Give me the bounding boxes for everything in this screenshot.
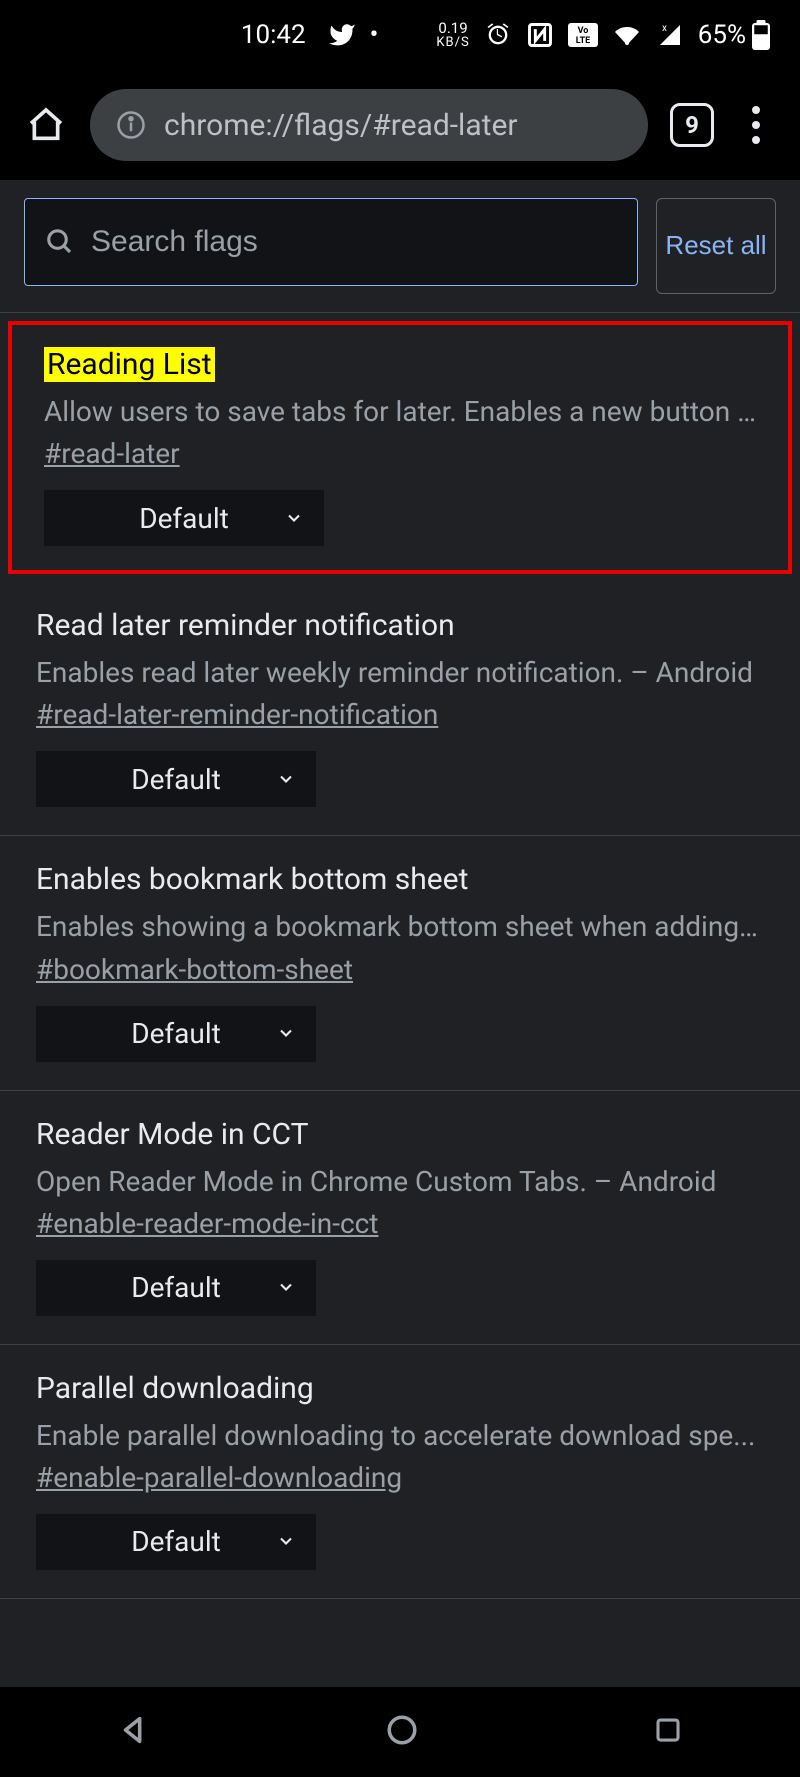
info-icon (116, 110, 146, 140)
square-icon (653, 1715, 683, 1745)
overflow-menu-button[interactable] (736, 106, 776, 144)
search-icon (45, 227, 75, 257)
flag-description: Enables showing a bookmark bottom sheet … (36, 907, 764, 946)
nav-back-button[interactable] (117, 1713, 151, 1751)
chevron-down-icon (276, 1271, 296, 1304)
svg-text:LTE: LTE (575, 36, 590, 46)
nfc-icon (526, 21, 554, 49)
signal-icon: x (656, 23, 684, 47)
chevron-down-icon (276, 1525, 296, 1558)
flag-entry: Parallel downloading Enable parallel down… (0, 1345, 800, 1599)
svg-text:Vo: Vo (577, 26, 588, 36)
back-triangle-icon (117, 1713, 151, 1747)
status-bar: 10:42 • 0.19 KB/S VoLTE x 65% (0, 0, 800, 70)
flag-dropdown[interactable]: Default (36, 1260, 316, 1316)
volte-icon: VoLTE (568, 23, 598, 47)
circle-icon (385, 1713, 419, 1747)
flag-entry: Reader Mode in CCT Open Reader Mode in Ch… (0, 1091, 800, 1345)
flag-description: Allow users to save tabs for later. Enab… (44, 392, 756, 431)
battery-icon (752, 20, 770, 50)
flag-anchor-link[interactable]: #read-later (44, 437, 180, 470)
flag-title: Enables bookmark bottom sheet (36, 862, 468, 897)
flag-title: Reading List (44, 347, 215, 382)
flag-dropdown[interactable]: Default (36, 751, 316, 807)
flag-title: Reader Mode in CCT (36, 1117, 309, 1152)
flags-page: Reset all Reading List Allow users to sav… (0, 180, 800, 1599)
flag-dropdown[interactable]: Default (44, 490, 324, 546)
battery-indicator: 65% (698, 20, 770, 50)
home-icon (26, 105, 66, 145)
status-time: 10:42 (241, 20, 306, 50)
dropdown-value: Default (131, 1017, 221, 1050)
nav-recent-button[interactable] (653, 1715, 683, 1749)
dropdown-value: Default (139, 502, 229, 535)
flag-dropdown[interactable]: Default (36, 1514, 316, 1570)
flag-entry: Read later reminder notification Enables … (0, 582, 800, 836)
flag-description: Enables read later weekly reminder notif… (36, 653, 764, 692)
search-row: Reset all (0, 180, 800, 313)
flag-anchor-link[interactable]: #enable-reader-mode-in-cct (36, 1207, 378, 1240)
network-speed: 0.19 KB/S (436, 21, 469, 49)
flag-title: Parallel downloading (36, 1371, 314, 1406)
flag-entry: Enables bookmark bottom sheet Enables sho… (0, 836, 800, 1090)
reset-all-button[interactable]: Reset all (656, 198, 776, 294)
dropdown-value: Default (131, 1525, 221, 1558)
chevron-down-icon (284, 502, 304, 535)
wifi-icon (612, 23, 642, 47)
browser-toolbar: chrome://flags/#read-later 9 (0, 70, 800, 180)
flag-description: Open Reader Mode in Chrome Custom Tabs. … (36, 1162, 764, 1201)
search-flags-box[interactable] (24, 198, 638, 286)
flag-entry: Reading List Allow users to save tabs for… (8, 321, 792, 574)
svg-text:x: x (662, 23, 667, 34)
chevron-down-icon (276, 763, 296, 796)
twitter-icon (328, 21, 356, 49)
dropdown-value: Default (131, 763, 221, 796)
url-text: chrome://flags/#read-later (164, 108, 518, 143)
nav-home-button[interactable] (385, 1713, 419, 1751)
flag-anchor-link[interactable]: #bookmark-bottom-sheet (36, 953, 353, 986)
flag-dropdown[interactable]: Default (36, 1006, 316, 1062)
flag-title: Read later reminder notification (36, 608, 455, 643)
flag-description: Enable parallel downloading to accelerat… (36, 1416, 764, 1455)
android-navbar (0, 1687, 800, 1777)
alarm-icon (484, 21, 512, 49)
dot-icon: • (370, 20, 379, 50)
search-input[interactable] (91, 225, 617, 259)
home-button[interactable] (24, 103, 68, 147)
tab-count-label: 9 (685, 111, 699, 139)
flag-anchor-link[interactable]: #read-later-reminder-notification (36, 698, 438, 731)
dropdown-value: Default (131, 1271, 221, 1304)
flag-anchor-link[interactable]: #enable-parallel-downloading (36, 1461, 402, 1494)
url-bar[interactable]: chrome://flags/#read-later (90, 89, 648, 161)
chevron-down-icon (276, 1017, 296, 1050)
tab-switcher[interactable]: 9 (670, 103, 714, 147)
